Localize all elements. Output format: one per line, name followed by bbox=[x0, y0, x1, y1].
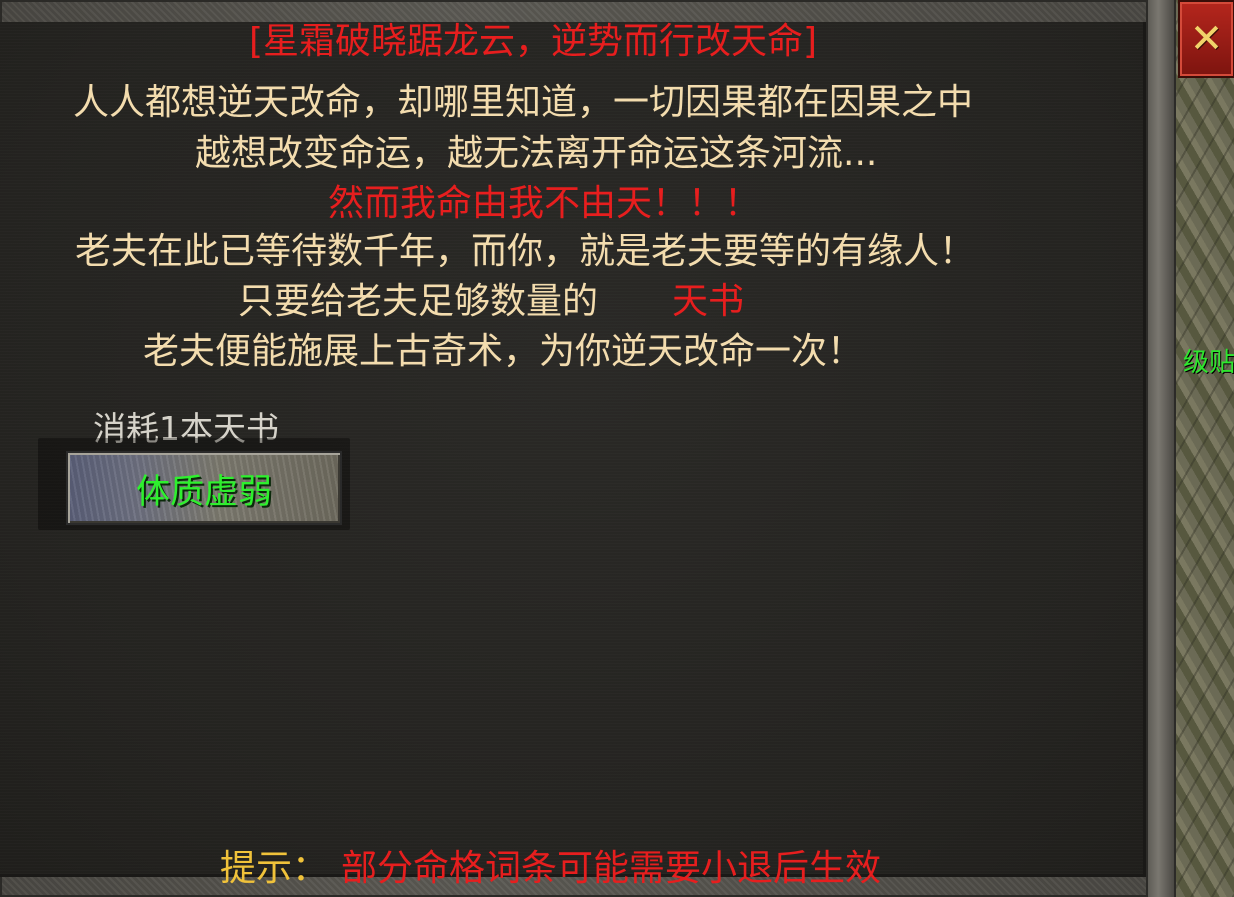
hint-text: 部分命格词条可能需要小退后生效 bbox=[341, 848, 882, 889]
close-button[interactable]: ✕ bbox=[1178, 0, 1234, 78]
close-icon: ✕ bbox=[1189, 16, 1224, 62]
dialog-title: [星霜破晓踞龙云，逆势而行改天命] bbox=[249, 21, 818, 62]
dialog-line-4: 老夫在此已等待数千年，而你，就是老夫要等的有缘人！ bbox=[75, 231, 976, 272]
map-npc-label: 级贴 bbox=[1183, 348, 1234, 378]
weak-constitution-button[interactable]: 体质虚弱 bbox=[66, 451, 342, 525]
dialog-line-3: 然而我命由我不由天！！！ bbox=[328, 183, 761, 224]
weak-constitution-button-label: 体质虚弱 bbox=[136, 471, 272, 512]
dialog-line-2: 越想改变命运，越无法离开命运这条河流... bbox=[195, 133, 878, 174]
dialog-line-1: 人人都想逆天改命，却哪里知道，一切因果都在因果之中 bbox=[73, 82, 974, 123]
game-map-background bbox=[1176, 0, 1234, 897]
dialog-line-5: 只要给老夫足够数量的 bbox=[238, 281, 599, 322]
dialog-line-6: 老夫便能施展上古奇术，为你逆天改命一次！ bbox=[143, 331, 864, 372]
hint-prefix: 提示： bbox=[220, 848, 329, 889]
dialog-right-border bbox=[1146, 0, 1176, 897]
item-name-tianshu: 天书 bbox=[672, 281, 745, 322]
